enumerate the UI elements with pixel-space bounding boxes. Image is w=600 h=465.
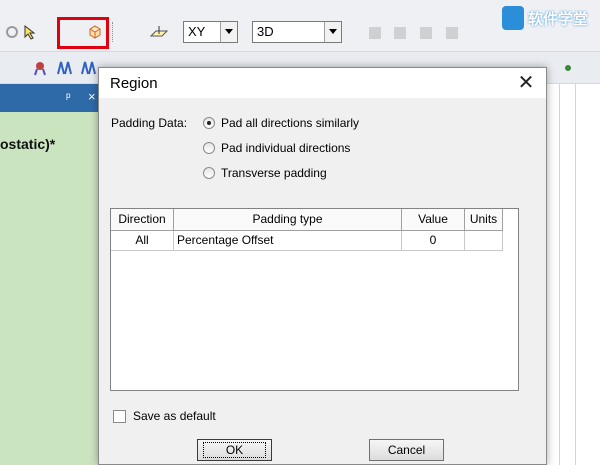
- radio-label: Pad all directions similarly: [221, 116, 360, 130]
- save-as-default-label: Save as default: [133, 409, 216, 423]
- axis-plane-value: XY: [188, 24, 206, 39]
- viewport-area: [545, 84, 600, 465]
- grid-tool-icon[interactable]: [367, 25, 383, 41]
- radio-button[interactable]: [203, 167, 215, 179]
- grid-tool-icon[interactable]: [444, 25, 460, 41]
- ok-button[interactable]: OK: [197, 439, 272, 461]
- column-header-value[interactable]: Value: [402, 209, 465, 231]
- highlight-box: [57, 17, 109, 49]
- antenna-icon[interactable]: [80, 60, 96, 76]
- watermark-logo: 软件学堂: [496, 4, 600, 34]
- node-icon[interactable]: [560, 60, 576, 76]
- cell-padding-type[interactable]: Percentage Offset: [174, 231, 402, 251]
- column-header-units[interactable]: Units: [465, 209, 503, 231]
- column-header-padding-type[interactable]: Padding type: [174, 209, 402, 231]
- radio-label: Transverse padding: [221, 166, 327, 180]
- watermark-badge-icon: [502, 6, 524, 30]
- chevron-down-icon[interactable]: [220, 22, 237, 42]
- chevron-down-icon[interactable]: [324, 22, 341, 42]
- radio-button-selected[interactable]: [203, 117, 215, 129]
- dialog-titlebar[interactable]: Region ✕: [99, 68, 546, 98]
- pane-header: ᵖ ×: [0, 84, 110, 112]
- radio-label: Pad individual directions: [221, 141, 351, 155]
- cancel-button[interactable]: Cancel: [369, 439, 444, 461]
- watermark-text: 软件学堂: [528, 11, 589, 28]
- toolbar-separator: [112, 22, 114, 42]
- cell-units[interactable]: [465, 231, 503, 251]
- view-mode-select[interactable]: 3D: [252, 21, 342, 43]
- axis-plane-select[interactable]: XY: [183, 21, 238, 43]
- padding-data-label: Padding Data:: [111, 116, 188, 130]
- dialog-title: Region: [110, 75, 158, 92]
- column-header-direction[interactable]: Direction: [111, 209, 174, 231]
- cell-value[interactable]: 0: [402, 231, 465, 251]
- pin-icon[interactable]: ᵖ: [66, 90, 71, 104]
- pane-body: [0, 112, 110, 465]
- close-icon[interactable]: ×: [88, 89, 96, 104]
- cell-direction[interactable]: All: [111, 231, 174, 251]
- select-arrow-icon[interactable]: [22, 24, 38, 40]
- radio-button[interactable]: [203, 142, 215, 154]
- checkbox[interactable]: [113, 410, 126, 423]
- plane-icon[interactable]: [149, 24, 169, 40]
- settings-icon[interactable]: [4, 24, 20, 40]
- region-dialog: Region ✕ Padding Data: Pad all direction…: [98, 67, 547, 465]
- grid-tool-icon[interactable]: [418, 25, 434, 41]
- ribbon-icon[interactable]: [32, 60, 48, 76]
- ok-label: OK: [202, 442, 267, 458]
- grid-tool-icon[interactable]: [392, 25, 408, 41]
- model-name-label: ostatic)*: [0, 136, 56, 152]
- padding-table: Direction Padding type Value Units All P…: [110, 208, 519, 391]
- antenna-icon[interactable]: [56, 60, 72, 76]
- close-icon[interactable]: ✕: [514, 71, 538, 95]
- view-mode-value: 3D: [257, 24, 274, 39]
